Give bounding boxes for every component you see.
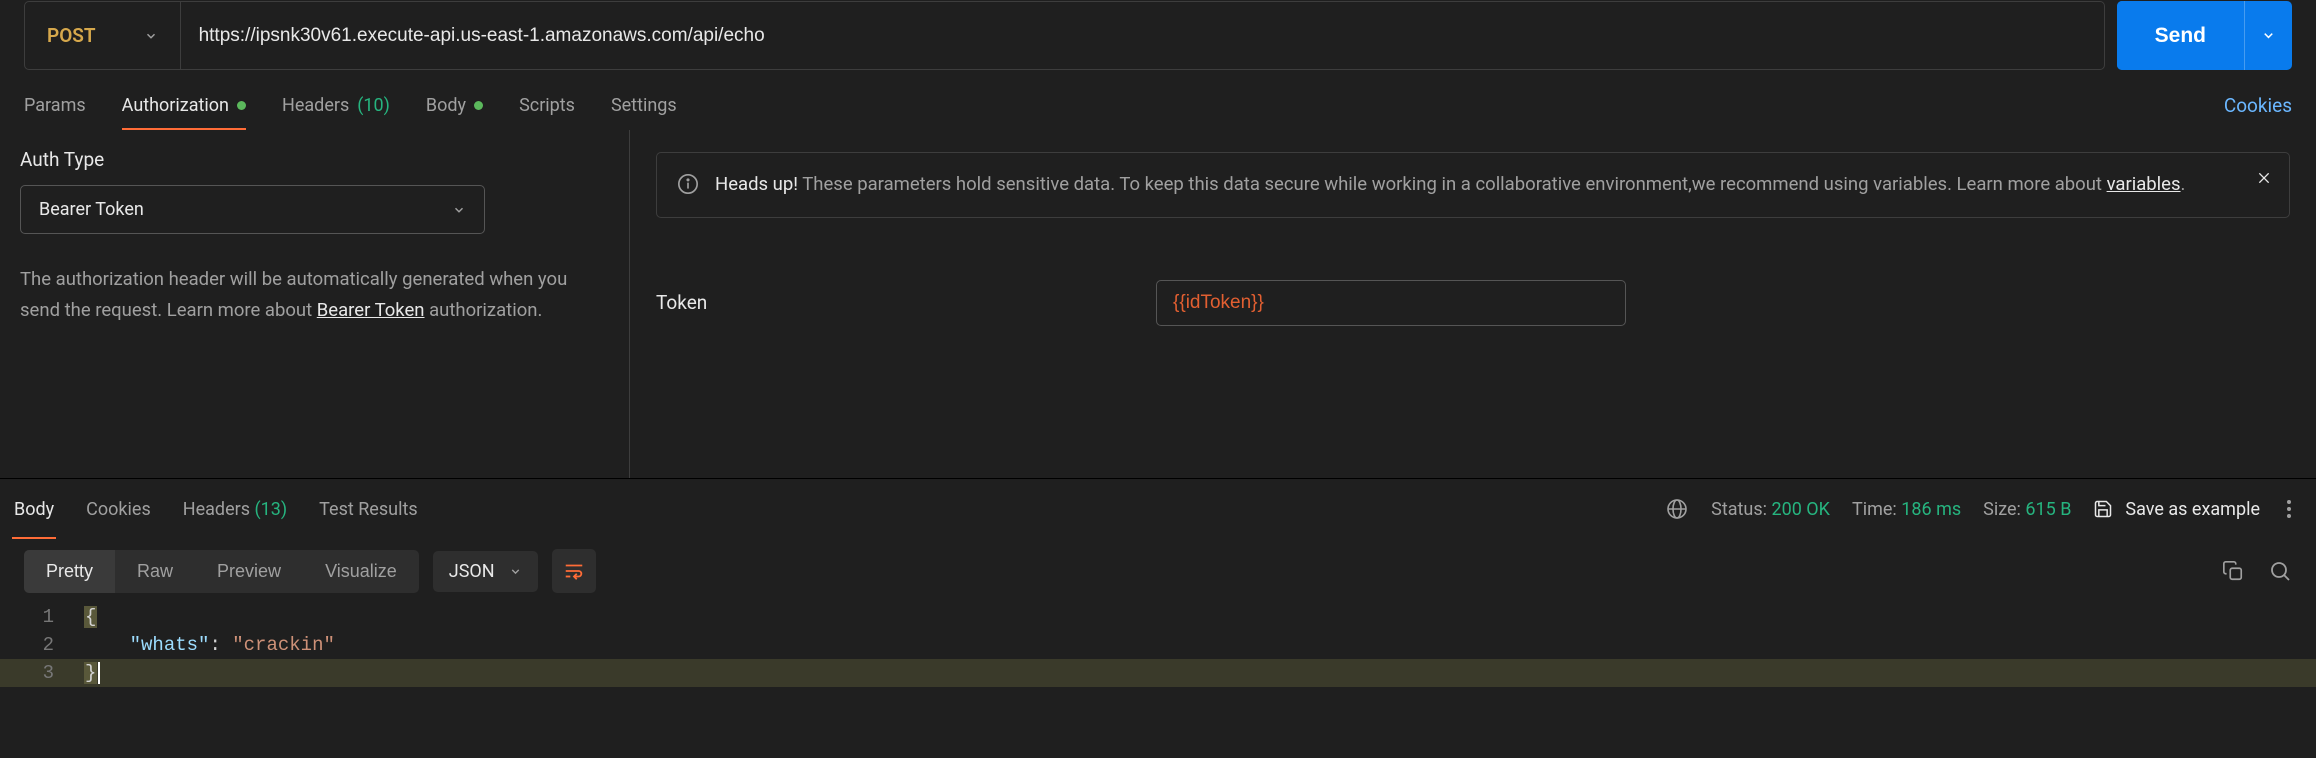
tab-label: Test Results <box>319 499 417 520</box>
tab-label: Cookies <box>86 499 151 520</box>
send-options-button[interactable] <box>2244 1 2292 70</box>
line-number: 2 <box>0 634 84 656</box>
view-pretty-button[interactable]: Pretty <box>24 550 115 593</box>
response-tab-cookies[interactable]: Cookies <box>84 479 153 539</box>
save-as-example-button[interactable]: Save as example <box>2093 499 2260 520</box>
status-dot-icon <box>237 101 246 110</box>
send-button[interactable]: Send <box>2117 1 2244 70</box>
chevron-down-icon <box>509 565 522 578</box>
tab-params[interactable]: Params <box>24 80 86 130</box>
format-value: JSON <box>449 561 495 582</box>
variables-help-link[interactable]: variables <box>2107 173 2181 195</box>
line-number: 1 <box>0 606 84 628</box>
response-tab-body[interactable]: Body <box>12 479 56 539</box>
chevron-down-icon <box>144 29 158 43</box>
response-size: Size: 615 B <box>1983 499 2071 520</box>
line-number: 3 <box>0 662 84 684</box>
response-tab-headers[interactable]: Headers (13) <box>181 479 289 539</box>
tab-label: Headers <box>282 95 349 116</box>
tab-label: Scripts <box>519 95 575 116</box>
headers-count: (10) <box>357 95 390 116</box>
tab-label: Params <box>24 95 86 116</box>
request-url-input[interactable] <box>181 2 2104 69</box>
bearer-token-help-link[interactable]: Bearer Token <box>317 299 425 321</box>
view-visualize-button[interactable]: Visualize <box>303 550 419 593</box>
search-response-button[interactable] <box>2268 559 2292 583</box>
text-cursor <box>98 662 100 684</box>
tab-label: Settings <box>611 95 677 116</box>
more-icon <box>2286 499 2292 519</box>
response-view-segment: Pretty Raw Preview Visualize <box>24 550 419 593</box>
view-raw-button[interactable]: Raw <box>115 550 195 593</box>
http-method-label: POST <box>47 24 96 47</box>
token-input[interactable] <box>1156 280 1626 326</box>
response-tab-test-results[interactable]: Test Results <box>317 479 419 539</box>
auth-type-label: Auth Type <box>20 148 609 171</box>
chevron-down-icon <box>2261 28 2276 43</box>
network-icon[interactable] <box>1665 497 1689 521</box>
tab-label: Body <box>14 499 54 520</box>
auth-type-value: Bearer Token <box>39 199 144 220</box>
copy-response-button[interactable] <box>2222 560 2244 582</box>
copy-icon <box>2222 560 2244 582</box>
tab-headers[interactable]: Headers (10) <box>282 80 390 130</box>
alert-heads: Heads up! <box>715 173 798 195</box>
tab-scripts[interactable]: Scripts <box>519 80 575 130</box>
more-menu-button[interactable] <box>2282 499 2292 519</box>
tab-authorization[interactable]: Authorization <box>122 80 246 130</box>
save-icon <box>2093 499 2113 519</box>
auth-type-select[interactable]: Bearer Token <box>20 185 485 234</box>
view-preview-button[interactable]: Preview <box>195 550 303 593</box>
token-label: Token <box>656 291 1156 314</box>
tab-label: Headers <box>183 499 250 520</box>
headers-count: (13) <box>254 499 287 520</box>
response-format-select[interactable]: JSON <box>433 551 538 592</box>
search-icon <box>2268 559 2292 583</box>
auth-help-text: The authorization header will be automat… <box>20 264 580 327</box>
close-icon <box>2256 170 2272 186</box>
tab-settings[interactable]: Settings <box>611 80 677 130</box>
alert-close-button[interactable] <box>2256 170 2272 186</box>
tab-label: Body <box>426 95 466 116</box>
wrap-lines-button[interactable] <box>552 549 596 593</box>
status-dot-icon <box>474 101 483 110</box>
http-method-select[interactable]: POST <box>25 2 181 69</box>
tab-body[interactable]: Body <box>426 80 483 130</box>
response-time: Time: 186 ms <box>1852 499 1961 520</box>
tab-label: Authorization <box>122 95 229 116</box>
cookies-link[interactable]: Cookies <box>2224 94 2292 117</box>
wrap-icon <box>563 560 585 582</box>
response-status: Status: 200 OK <box>1711 499 1830 520</box>
chevron-down-icon <box>452 203 466 217</box>
info-icon <box>677 173 699 195</box>
response-body-editor[interactable]: 1 { 2 "whats": "crackin" 3 } <box>0 603 2316 687</box>
sensitive-data-alert: Heads up! These parameters hold sensitiv… <box>656 152 2290 218</box>
